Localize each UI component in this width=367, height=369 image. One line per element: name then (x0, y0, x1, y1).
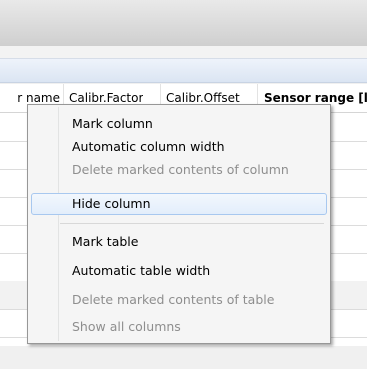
menu-item-mark-table[interactable]: Mark table (31, 231, 327, 253)
context-menu: Mark column Automatic column width Delet… (27, 104, 331, 344)
menu-item-label: Show all columns (72, 319, 181, 334)
menu-item-label: Automatic table width (72, 263, 211, 278)
menu-item-delete-marked-contents-of-column[interactable]: Delete marked contents of column (31, 159, 327, 181)
menu-item-label: Delete marked contents of table (72, 292, 275, 307)
menu-separator (60, 223, 324, 224)
menu-item-label: Hide column (72, 196, 151, 211)
menu-item-show-all-columns[interactable]: Show all columns (31, 316, 327, 338)
status-area (0, 346, 367, 369)
menu-item-label: Automatic column width (72, 139, 225, 154)
column-header-sensor-range[interactable]: Sensor range [l (264, 91, 367, 105)
menu-item-label: Mark column (72, 116, 153, 131)
menu-item-mark-column[interactable]: Mark column (31, 113, 327, 135)
column-header-calibr-offset[interactable]: Calibr.Offset (166, 91, 240, 105)
menu-item-delete-marked-contents-of-table[interactable]: Delete marked contents of table (31, 289, 327, 311)
menu-item-automatic-column-width[interactable]: Automatic column width (31, 136, 327, 158)
menu-item-automatic-table-width[interactable]: Automatic table width (31, 260, 327, 282)
menu-item-label: Delete marked contents of column (72, 162, 289, 177)
column-header-sensor-name[interactable]: r name (0, 91, 60, 105)
menu-item-label: Mark table (72, 234, 139, 249)
toolbar (0, 58, 367, 83)
menu-item-hide-column[interactable]: Hide column (31, 193, 327, 215)
column-header-calibr-factor[interactable]: Calibr.Factor (69, 91, 143, 105)
window-title-bar (0, 0, 367, 46)
